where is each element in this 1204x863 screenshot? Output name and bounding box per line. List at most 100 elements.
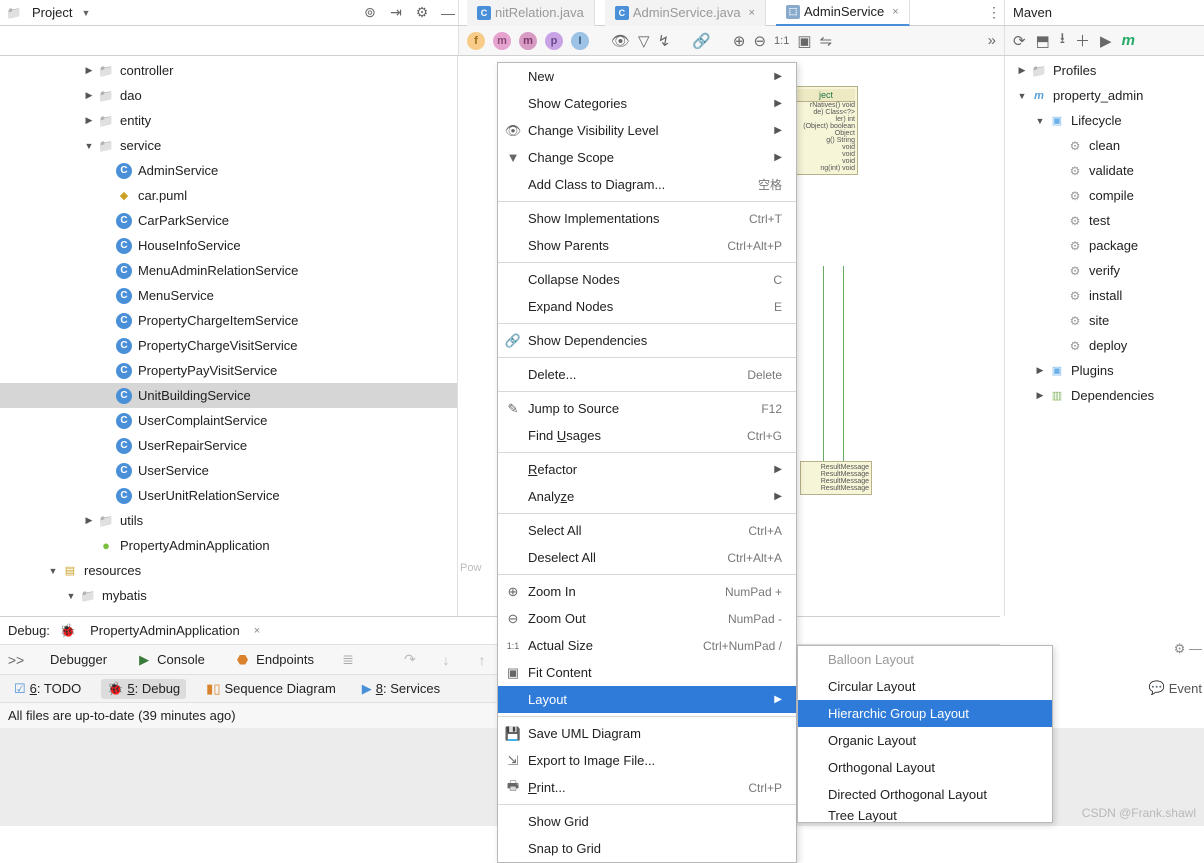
tab-debug[interactable]: 🐞5: Debug bbox=[101, 679, 186, 699]
tree-item[interactable]: ▶Profiles bbox=[1005, 58, 1204, 83]
tree-item[interactable]: AdminService bbox=[0, 158, 457, 183]
project-label[interactable]: Project bbox=[32, 5, 72, 20]
tree-item[interactable]: ▼Lifecycle bbox=[1005, 108, 1204, 133]
target-icon[interactable]: ⊚ bbox=[360, 3, 380, 23]
tree-item[interactable]: clean bbox=[1005, 133, 1204, 158]
fit-icon[interactable]: ▣ bbox=[797, 32, 811, 50]
uml-class-box[interactable]: ResultMessageResultMessageResultMessageR… bbox=[800, 461, 872, 495]
uml-class-box[interactable]: ject rNatives() voidde) Class<?>ler) int… bbox=[794, 86, 858, 175]
tree-item[interactable]: ▶Dependencies bbox=[1005, 383, 1204, 408]
filter-methods2-icon[interactable]: m bbox=[519, 32, 537, 50]
link-icon[interactable]: 🔗 bbox=[692, 32, 711, 50]
menu-item[interactable]: Layout▶ bbox=[498, 686, 796, 713]
more-icon[interactable]: » bbox=[988, 32, 996, 49]
tab-adminservice-diagram[interactable]: ⬚ AdminService × bbox=[776, 0, 910, 26]
menu-item[interactable]: Deselect AllCtrl+Alt+A bbox=[498, 544, 796, 571]
gear-icon[interactable]: ⚙ bbox=[412, 3, 432, 23]
hide-icon[interactable]: — bbox=[438, 3, 458, 23]
zoom-out-icon[interactable]: ⊖ bbox=[753, 32, 766, 50]
tab-endpoints[interactable]: ⬣Endpoints bbox=[229, 649, 322, 671]
layout-submenu[interactable]: Balloon LayoutCircular LayoutHierarchic … bbox=[797, 645, 1053, 823]
project-tree[interactable]: ▶controller▶dao▶entity▼serviceAdminServi… bbox=[0, 56, 457, 616]
menu-item[interactable]: Tree Layout bbox=[798, 808, 1052, 822]
menu-item[interactable]: Refactor▶ bbox=[498, 456, 796, 483]
tab-debugger[interactable]: Debugger bbox=[42, 649, 115, 671]
tree-item[interactable]: site bbox=[1005, 308, 1204, 333]
scope-icon[interactable]: ↯ bbox=[658, 32, 671, 50]
menu-item[interactable]: ⊕Zoom InNumPad + bbox=[498, 578, 796, 605]
filter-fields-icon[interactable]: f bbox=[467, 32, 485, 50]
menu-item[interactable]: ▼Change Scope▶ bbox=[498, 144, 796, 171]
filter-icon[interactable]: ▽ bbox=[638, 32, 650, 50]
menu-item[interactable]: Expand NodesE bbox=[498, 293, 796, 320]
maven-m-icon[interactable]: m bbox=[1122, 32, 1135, 49]
menu-item[interactable]: ▣Fit Content bbox=[498, 659, 796, 686]
threads-icon[interactable]: ≣ bbox=[338, 650, 358, 670]
actual-size-icon[interactable]: 1:1 bbox=[774, 35, 789, 47]
tree-item[interactable]: MenuService bbox=[0, 283, 457, 308]
maven-label[interactable]: Maven bbox=[1013, 5, 1052, 20]
tree-item[interactable]: ▼resources bbox=[0, 558, 457, 583]
tab-adminservice-java[interactable]: C AdminService.java × bbox=[605, 0, 766, 26]
tree-item[interactable]: ▶dao bbox=[0, 83, 457, 108]
tab-console[interactable]: ▶Console bbox=[131, 649, 213, 671]
run-icon[interactable]: ▶ bbox=[1100, 32, 1112, 50]
tree-item[interactable]: package bbox=[1005, 233, 1204, 258]
menu-item[interactable]: Circular Layout bbox=[798, 673, 1052, 700]
tree-item[interactable]: HouseInfoService bbox=[0, 233, 457, 258]
tree-item[interactable]: UserRepairService bbox=[0, 433, 457, 458]
menu-item[interactable]: 1:1Actual SizeCtrl+NumPad / bbox=[498, 632, 796, 659]
tree-item[interactable]: UserUnitRelationService bbox=[0, 483, 457, 508]
step-icon[interactable]: ↷ bbox=[400, 650, 420, 670]
menu-item[interactable]: Analyze▶ bbox=[498, 483, 796, 510]
menu-item[interactable]: ✎Jump to SourceF12 bbox=[498, 395, 796, 422]
tab-sequence[interactable]: ▮▯Sequence Diagram bbox=[200, 679, 342, 699]
tree-item[interactable]: compile bbox=[1005, 183, 1204, 208]
menu-item[interactable]: Snap to Grid bbox=[498, 835, 796, 862]
debug-settings-icon[interactable]: ⚙ — bbox=[1174, 641, 1202, 657]
tab-unitrelation[interactable]: C nitRelation.java bbox=[467, 0, 595, 26]
tree-item[interactable]: UserService bbox=[0, 458, 457, 483]
debug-config-name[interactable]: PropertyAdminApplication bbox=[90, 623, 240, 638]
collapse-icon[interactable]: ⇥ bbox=[386, 3, 406, 23]
tree-item[interactable]: ▼mybatis bbox=[0, 583, 457, 608]
tree-item[interactable]: PropertyChargeItemService bbox=[0, 308, 457, 333]
tab-services[interactable]: ▶8: Services bbox=[356, 679, 446, 699]
tree-item[interactable]: ▼property_admin bbox=[1005, 83, 1204, 108]
menu-item[interactable]: Add Class to Diagram...空格 bbox=[498, 171, 796, 198]
tree-item[interactable]: test bbox=[1005, 208, 1204, 233]
expand-icon[interactable]: >> bbox=[6, 650, 26, 670]
step-into-icon[interactable]: ↓ bbox=[436, 650, 456, 670]
tree-item[interactable]: UserComplaintService bbox=[0, 408, 457, 433]
menu-item[interactable]: Show ImplementationsCtrl+T bbox=[498, 205, 796, 232]
tree-item[interactable]: ▶controller bbox=[0, 58, 457, 83]
menu-item[interactable]: Orthogonal Layout bbox=[798, 754, 1052, 781]
filter-properties-icon[interactable]: p bbox=[545, 32, 563, 50]
event-log-button[interactable]: 💬Event bbox=[1149, 680, 1202, 696]
menu-item[interactable]: Organic Layout bbox=[798, 727, 1052, 754]
download-icon[interactable]: ⭳ bbox=[1060, 28, 1065, 53]
tree-item[interactable]: CarParkService bbox=[0, 208, 457, 233]
visibility-icon[interactable]: 👁 bbox=[611, 32, 630, 50]
tree-item[interactable]: UnitBuildingService bbox=[0, 383, 457, 408]
menu-item[interactable]: ⇲Export to Image File... bbox=[498, 747, 796, 774]
tree-item[interactable]: ▶mapper bbox=[0, 608, 457, 616]
menu-item[interactable]: Show Grid bbox=[498, 808, 796, 835]
menu-item[interactable]: 👁Change Visibility Level▶ bbox=[498, 117, 796, 144]
menu-item[interactable]: Hierarchic Group Layout bbox=[798, 700, 1052, 727]
step-out-icon[interactable]: ↑ bbox=[472, 650, 492, 670]
menu-item[interactable]: 💾Save UML Diagram bbox=[498, 720, 796, 747]
menu-item[interactable]: Show ParentsCtrl+Alt+P bbox=[498, 232, 796, 259]
filter-methods-icon[interactable]: m bbox=[493, 32, 511, 50]
menu-item[interactable]: 🔗Show Dependencies bbox=[498, 327, 796, 354]
tree-item[interactable]: ▼service bbox=[0, 133, 457, 158]
menu-item[interactable]: Select AllCtrl+A bbox=[498, 517, 796, 544]
layout-icon[interactable]: ⇋ bbox=[820, 32, 833, 50]
menu-item[interactable]: Balloon Layout bbox=[798, 646, 1052, 673]
tree-item[interactable]: MenuAdminRelationService bbox=[0, 258, 457, 283]
tree-item[interactable]: ▶Plugins bbox=[1005, 358, 1204, 383]
tree-item[interactable]: deploy bbox=[1005, 333, 1204, 358]
tree-item[interactable]: car.puml bbox=[0, 183, 457, 208]
add-icon[interactable]: ＋ bbox=[1075, 30, 1090, 51]
tree-item[interactable]: PropertyChargeVisitService bbox=[0, 333, 457, 358]
